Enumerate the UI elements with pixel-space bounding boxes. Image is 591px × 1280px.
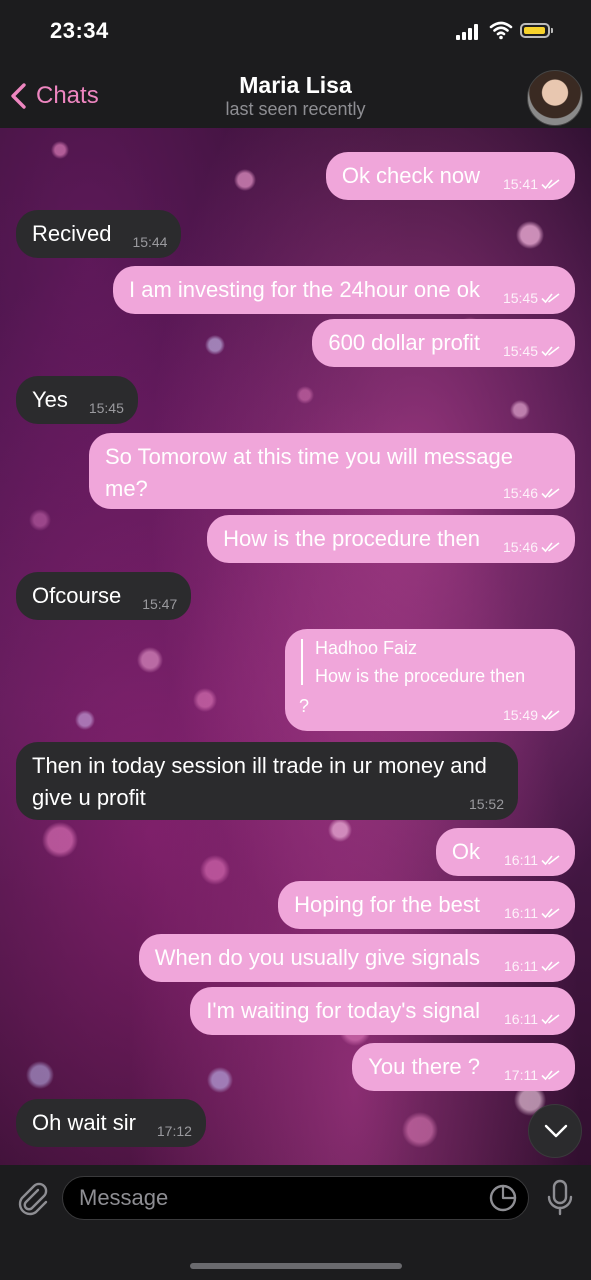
double-check-icon: [541, 1070, 560, 1081]
cellular-signal-icon: [456, 24, 482, 40]
message-time: 15:46: [502, 539, 538, 555]
composer-bar: [0, 1165, 591, 1280]
message-meta: 15:46: [503, 539, 561, 555]
message-meta: 17:12: [157, 1123, 192, 1139]
message-meta: 16:11: [504, 1011, 561, 1027]
message-time: 15:49: [502, 707, 538, 723]
message-text: Ok check now: [341, 163, 480, 188]
message-meta: 16:11: [504, 852, 561, 868]
message-time: 16:11: [504, 1011, 538, 1027]
double-check-icon: [541, 710, 560, 721]
message-outgoing[interactable]: I am investing for the 24hour one ok 15:…: [113, 266, 575, 314]
message-time: 17:11: [504, 1067, 538, 1083]
reply-quote-text: How is the procedure then: [315, 666, 526, 686]
message-time: 16:11: [504, 958, 538, 974]
message-meta: 16:11: [504, 905, 561, 921]
paperclip-icon[interactable]: [14, 1180, 50, 1216]
message-time: 15:47: [142, 596, 178, 612]
double-check-icon: [541, 961, 560, 972]
contact-avatar[interactable]: [527, 70, 583, 126]
message-text: Hoping for the best: [294, 892, 480, 917]
message-meta: 17:11: [504, 1067, 561, 1083]
message-list[interactable]: Ok check now 15:41 Recived 15:44 I am in…: [0, 128, 591, 1165]
message-text: ?: [299, 696, 310, 716]
message-time: 15:45: [502, 343, 538, 359]
status-bar: 23:34: [0, 0, 591, 64]
message-outgoing[interactable]: 600 dollar profit 15:45: [312, 319, 575, 367]
home-indicator: [190, 1263, 402, 1269]
message-text: Yes: [32, 387, 68, 412]
message-text: Ofcourse: [32, 583, 122, 608]
status-time: 23:34: [50, 18, 109, 43]
double-check-icon: [541, 488, 560, 499]
message-meta: 15:45: [503, 343, 561, 359]
contact-name[interactable]: Maria Lisa: [0, 72, 591, 99]
scroll-to-bottom-button[interactable]: [528, 1104, 582, 1158]
message-incoming[interactable]: Yes 15:45: [16, 376, 138, 424]
sticker-icon[interactable]: [488, 1183, 518, 1213]
double-check-icon: [541, 855, 560, 866]
message-text: How is the procedure then: [223, 526, 480, 551]
message-text: You there ?: [368, 1054, 480, 1079]
wifi-icon: [489, 21, 513, 40]
double-check-icon: [541, 908, 560, 919]
double-check-icon: [541, 179, 560, 190]
message-meta: 15:44: [132, 234, 167, 250]
microphone-icon[interactable]: [547, 1179, 573, 1217]
message-text: Oh wait sir: [32, 1110, 136, 1135]
message-outgoing[interactable]: You there ? 17:11: [352, 1043, 575, 1091]
message-time: 15:45: [502, 290, 538, 306]
message-time: 15:52: [468, 796, 504, 812]
message-text: I'm waiting for today's signal: [206, 998, 480, 1023]
message-outgoing[interactable]: When do you usually give signals 16:11: [138, 934, 575, 982]
chat-screen: 23:34 Chats Maria Lisa last seen recentl…: [0, 0, 591, 1280]
message-outgoing[interactable]: How is the procedure then 15:46: [207, 515, 575, 563]
message-text: So Tomorow at this time you will message…: [105, 444, 513, 501]
message-outgoing[interactable]: I'm waiting for today's signal 16:11: [190, 987, 575, 1035]
message-meta: 16:11: [504, 958, 561, 974]
message-meta: 15:45: [89, 400, 124, 416]
chat-header: Chats Maria Lisa last seen recently: [0, 64, 591, 128]
message-meta: 15:49: [503, 707, 561, 723]
message-text: Ok: [451, 839, 480, 864]
message-incoming[interactable]: Oh wait sir 17:12: [16, 1099, 206, 1147]
message-time: 15:44: [132, 234, 168, 250]
contact-status: last seen recently: [225, 99, 366, 119]
message-time: 15:45: [88, 400, 124, 416]
message-outgoing-reply[interactable]: Hadhoo Faiz How is the procedure then ? …: [285, 629, 575, 731]
message-time: 15:41: [502, 176, 538, 192]
message-text: I am investing for the 24hour one ok: [129, 277, 480, 302]
message-outgoing[interactable]: Ok 16:11: [435, 828, 575, 876]
message-outgoing[interactable]: Hoping for the best 16:11: [278, 881, 575, 929]
message-incoming[interactable]: Then in today session ill trade in ur mo…: [16, 742, 518, 820]
message-time: 15:46: [502, 485, 538, 501]
reply-author: Hadhoo Faiz: [315, 638, 418, 658]
double-check-icon: [541, 293, 560, 304]
battery-icon: [520, 23, 553, 38]
message-text: Then in today session ill trade in ur mo…: [32, 753, 487, 810]
message-outgoing[interactable]: Ok check now 15:41: [325, 152, 575, 200]
double-check-icon: [541, 1014, 560, 1025]
message-meta: 15:46: [503, 485, 561, 501]
double-check-icon: [541, 542, 560, 553]
double-check-icon: [541, 346, 560, 357]
message-meta: 15:47: [142, 596, 177, 612]
message-text: Recived: [32, 221, 112, 246]
message-incoming[interactable]: Recived 15:44: [16, 210, 182, 258]
message-text: When do you usually give signals: [154, 945, 480, 970]
message-time: 16:11: [504, 852, 538, 868]
message-time: 16:11: [504, 905, 538, 921]
reply-quote-bar: [301, 639, 303, 685]
message-meta: 15:45: [503, 290, 561, 306]
message-input[interactable]: [62, 1176, 529, 1220]
message-time: 17:12: [156, 1123, 192, 1139]
message-text: 600 dollar profit: [328, 330, 480, 355]
message-incoming[interactable]: Ofcourse 15:47: [16, 572, 192, 620]
message-meta: 15:41: [503, 176, 561, 192]
message-outgoing[interactable]: So Tomorow at this time you will message…: [89, 433, 575, 509]
message-meta: 15:52: [469, 796, 504, 812]
chevron-down-icon: [544, 1124, 568, 1138]
